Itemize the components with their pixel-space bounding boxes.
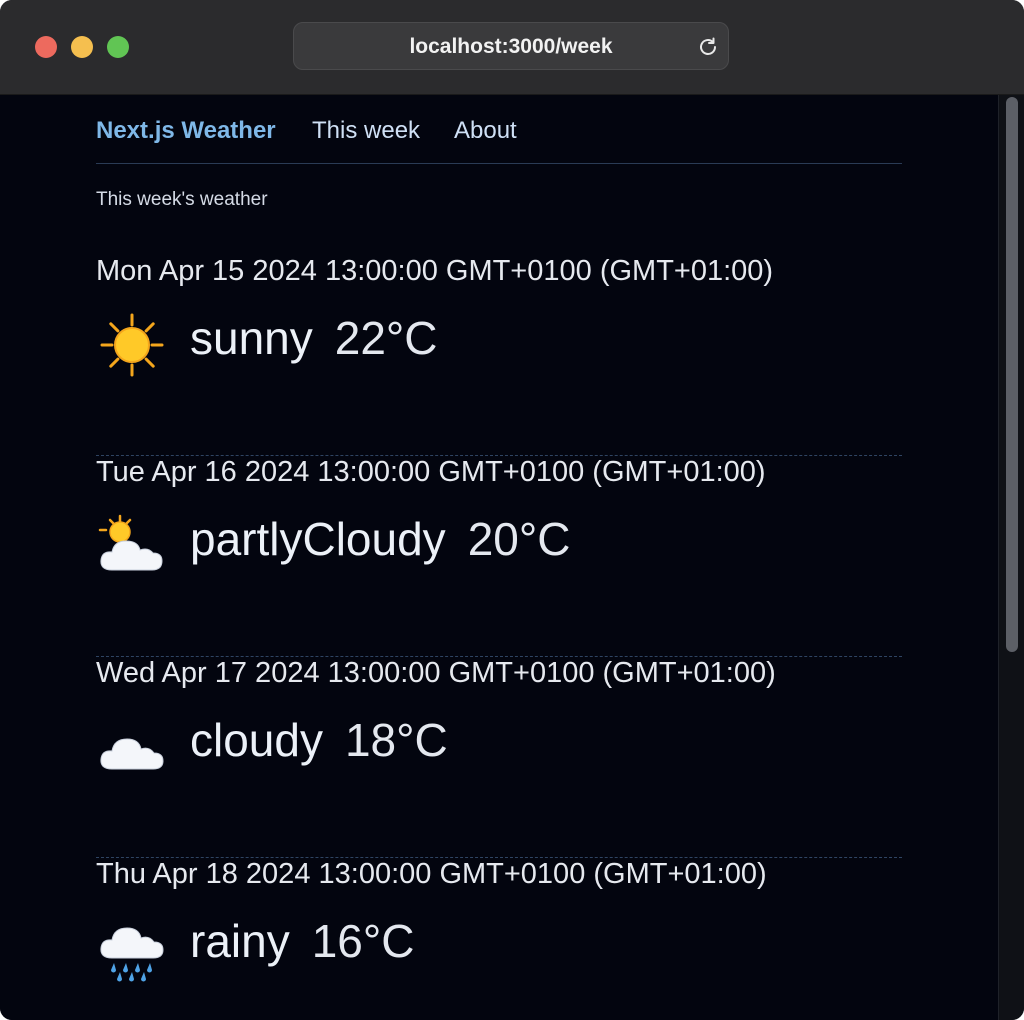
cloud-with-rain-icon xyxy=(100,927,164,982)
day-temperature: 22°C xyxy=(334,312,438,364)
reload-icon[interactable] xyxy=(696,35,720,59)
day-condition-line: cloudy 18°C xyxy=(190,713,448,767)
day-card: Thu Apr 18 2024 13:00:00 GMT+0100 (GMT+0… xyxy=(96,858,902,1020)
sun-behind-cloud-icon xyxy=(98,514,163,571)
close-window-button[interactable] xyxy=(35,36,57,58)
day-date: Thu Apr 18 2024 13:00:00 GMT+0100 (GMT+0… xyxy=(96,858,767,890)
browser-window: localhost:3000/week Next.js Weather This… xyxy=(0,0,1024,1020)
day-condition-line: sunny 22°C xyxy=(190,311,438,365)
day-date: Wed Apr 17 2024 13:00:00 GMT+0100 (GMT+0… xyxy=(96,657,776,689)
sun-icon xyxy=(100,313,164,377)
day-date: Mon Apr 15 2024 13:00:00 GMT+0100 (GMT+0… xyxy=(96,255,774,287)
scrollbar[interactable] xyxy=(998,95,1024,1020)
address-bar[interactable]: localhost:3000/week xyxy=(293,22,729,70)
page-subtitle: This week's weather xyxy=(96,189,268,210)
zoom-window-button[interactable] xyxy=(107,36,129,58)
day-condition: sunny xyxy=(190,312,313,364)
scrollbar-thumb[interactable] xyxy=(1006,97,1018,652)
day-date: Tue Apr 16 2024 13:00:00 GMT+0100 (GMT+0… xyxy=(96,456,766,488)
day-temperature: 16°C xyxy=(311,915,415,967)
day-condition: rainy xyxy=(190,915,290,967)
nav-brand-link[interactable]: Next.js Weather xyxy=(96,117,276,145)
day-card: Mon Apr 15 2024 13:00:00 GMT+0100 (GMT+0… xyxy=(96,255,902,456)
day-condition-line: rainy 16°C xyxy=(190,914,415,968)
day-condition-line: partlyCloudy 20°C xyxy=(190,512,570,566)
day-card: Wed Apr 17 2024 13:00:00 GMT+0100 (GMT+0… xyxy=(96,657,902,858)
page-content: Next.js Weather This week About This wee… xyxy=(0,95,996,1020)
day-condition: cloudy xyxy=(190,714,323,766)
top-nav: Next.js Weather This week About xyxy=(96,115,902,164)
day-temperature: 20°C xyxy=(467,513,571,565)
cloud-icon xyxy=(100,738,164,770)
address-text: localhost:3000/week xyxy=(409,35,613,58)
day-card: Tue Apr 16 2024 13:00:00 GMT+0100 (GMT+0… xyxy=(96,456,902,657)
day-condition: partlyCloudy xyxy=(190,513,446,565)
nav-this-week-link[interactable]: This week xyxy=(312,117,420,145)
day-temperature: 18°C xyxy=(344,714,448,766)
minimize-window-button[interactable] xyxy=(71,36,93,58)
nav-about-link[interactable]: About xyxy=(454,117,517,145)
title-bar: localhost:3000/week xyxy=(0,0,1024,95)
